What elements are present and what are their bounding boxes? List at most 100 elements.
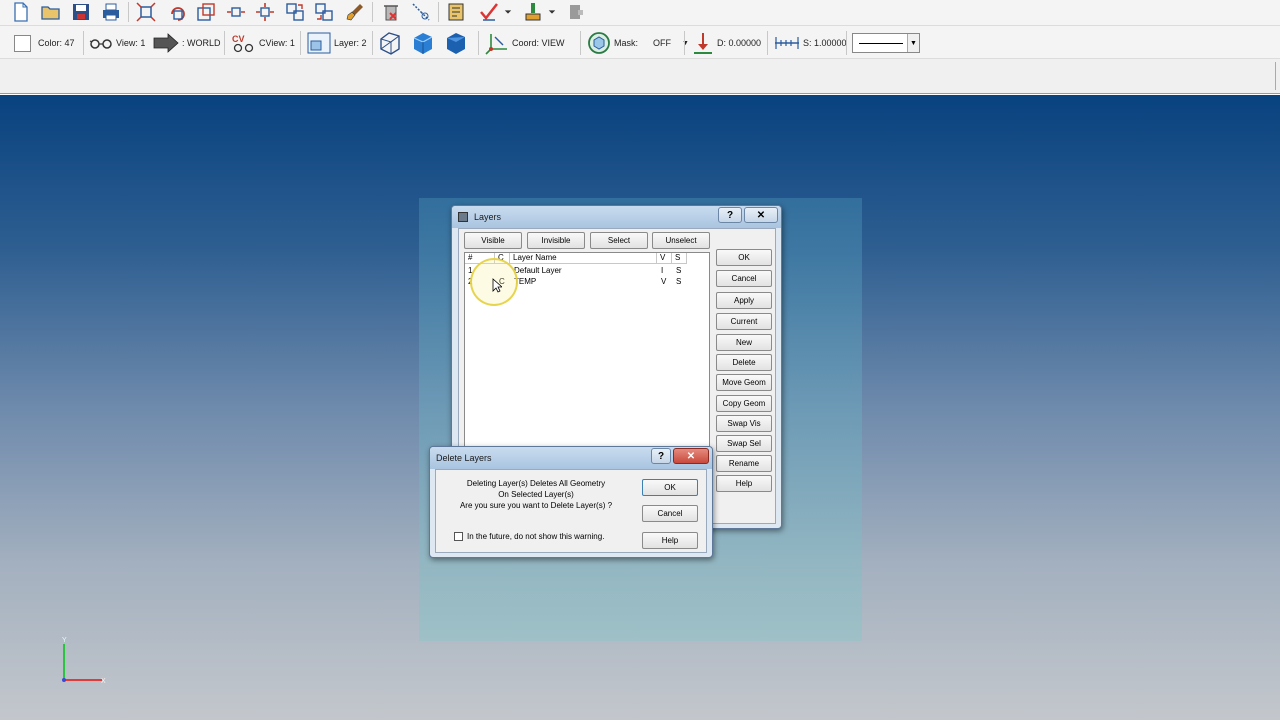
shaded-shading-button[interactable]	[411, 31, 435, 55]
mask-icon	[588, 32, 610, 54]
select-button[interactable]: Select	[590, 232, 648, 249]
save-icon[interactable]	[70, 1, 92, 23]
column-header-selectable[interactable]: S	[672, 253, 687, 264]
row-1-selectable[interactable]: S	[676, 266, 681, 276]
depth-label: D: 0.00000	[717, 38, 762, 48]
solid-shading-button[interactable]	[444, 31, 468, 55]
toolbar-separator	[438, 2, 439, 22]
fit-view-icon[interactable]	[135, 1, 157, 23]
delete-button[interactable]: Delete	[716, 354, 772, 371]
current-button[interactable]: Current	[716, 313, 772, 330]
line-style-select[interactable]: ▼	[852, 33, 920, 53]
new-button[interactable]: New	[716, 334, 772, 351]
check-mark-icon[interactable]	[478, 1, 500, 23]
toolbar-separator	[1275, 62, 1276, 90]
wireframe-shading-button[interactable]	[378, 31, 402, 55]
coordinate-axes-icon	[485, 34, 507, 55]
solid-cube-icon	[447, 33, 465, 54]
layer-icon	[307, 32, 331, 54]
shaded-cube-icon	[413, 33, 433, 54]
app-icon	[458, 212, 468, 222]
new-file-icon[interactable]	[10, 1, 32, 23]
paint-brush-icon[interactable]	[344, 1, 366, 23]
view-control[interactable]: View: 1	[89, 31, 145, 55]
scale-control[interactable]: S: 1.00000	[774, 31, 847, 55]
toolbar-separator	[478, 31, 479, 55]
help-button[interactable]: ?	[651, 448, 671, 464]
row-2-visible[interactable]: V	[661, 277, 666, 287]
help-button[interactable]: Help	[716, 475, 772, 492]
toolbar-separator	[224, 31, 225, 55]
apply-button[interactable]: Apply	[716, 292, 772, 309]
delete-dialog-titlebar[interactable]: Delete Layers ? ✕	[430, 447, 712, 469]
zoom-window-icon[interactable]	[195, 1, 217, 23]
rotate-view-icon[interactable]	[167, 1, 189, 23]
glasses-icon	[89, 39, 112, 49]
cview-label: CView: 1	[259, 38, 295, 48]
axis-triad: Y X	[62, 637, 106, 685]
layer-control[interactable]: Layer: 2	[307, 31, 367, 55]
row-1-name[interactable]: Default Layer	[514, 266, 562, 276]
zoom-in-icon[interactable]	[284, 1, 306, 23]
row-2-selectable[interactable]: S	[676, 277, 681, 287]
dont-show-again-checkbox[interactable]	[454, 532, 463, 541]
help-button[interactable]: Help	[642, 532, 698, 549]
copy-geom-button[interactable]: Copy Geom	[716, 395, 772, 412]
visible-button[interactable]: Visible	[464, 232, 522, 249]
pan-view-icon[interactable]	[225, 1, 247, 23]
view-label: View: 1	[116, 38, 146, 48]
unselect-button[interactable]: Unselect	[652, 232, 710, 249]
column-header-visible[interactable]: V	[657, 253, 672, 264]
coord-control[interactable]: Coord: VIEW	[485, 31, 565, 55]
ok-button[interactable]: OK	[716, 249, 772, 266]
close-button[interactable]: ✕	[673, 448, 709, 464]
y-axis-label: Y	[62, 637, 67, 644]
print-icon[interactable]	[100, 1, 122, 23]
toolbar-separator	[846, 31, 847, 55]
world-control[interactable]: : WORLD	[153, 31, 221, 55]
close-button[interactable]: ✕	[744, 207, 778, 223]
arrow-right-icon	[153, 33, 179, 53]
svg-text:CV: CV	[232, 34, 245, 44]
open-folder-icon[interactable]	[40, 1, 62, 23]
swap-sel-button[interactable]: Swap Sel	[716, 435, 772, 452]
column-header-layer-name[interactable]: Layer Name	[510, 253, 657, 264]
chevron-down-icon[interactable]	[502, 1, 514, 23]
layers-dialog-titlebar[interactable]: Layers ? ✕	[452, 206, 781, 228]
line-style-preview	[859, 43, 903, 44]
analyze-icon[interactable]	[445, 1, 467, 23]
warning-line-1: Deleting Layer(s) Deletes All Geometry	[466, 479, 606, 488]
color-control[interactable]: Color: 47	[14, 31, 75, 55]
machine-tool-icon[interactable]	[522, 1, 544, 23]
delete-dialog-title: Delete Layers	[436, 453, 492, 463]
delete-warning-message: Deleting Layer(s) Deletes All Geometry O…	[436, 478, 636, 511]
chevron-down-icon[interactable]: ▼	[907, 34, 919, 52]
layers-dialog-title: Layers	[474, 212, 502, 222]
cancel-button[interactable]: Cancel	[642, 505, 698, 522]
toolbar-separator	[684, 31, 685, 55]
mask-control[interactable]: Mask: OFF ▼	[587, 31, 689, 55]
mask-value[interactable]: OFF	[653, 38, 671, 48]
delete-trash-icon[interactable]	[380, 1, 402, 23]
world-label: : WORLD	[182, 38, 221, 48]
ok-button[interactable]: OK	[642, 479, 698, 496]
cview-glasses-icon: CV	[232, 34, 254, 53]
rename-button[interactable]: Rename	[716, 455, 772, 472]
cview-control[interactable]: CV CView: 1	[230, 31, 295, 55]
scale-label: S: 1.00000	[803, 38, 847, 48]
color-swatch	[14, 34, 31, 52]
dont-show-again-label[interactable]: In the future, do not show this warning.	[467, 532, 604, 541]
trim-icon[interactable]	[410, 1, 432, 23]
zoom-out-icon[interactable]	[313, 1, 335, 23]
color-label: Color: 47	[38, 38, 75, 48]
row-1-visible[interactable]: I	[661, 266, 663, 276]
depth-control[interactable]: D: 0.00000	[692, 31, 761, 55]
toolbar-separator	[372, 2, 373, 22]
move-geom-button[interactable]: Move Geom	[716, 374, 772, 391]
invisible-button[interactable]: Invisible	[527, 232, 585, 249]
center-view-icon[interactable]	[254, 1, 276, 23]
help-button[interactable]: ?	[718, 207, 742, 223]
chevron-down-icon[interactable]	[546, 1, 558, 23]
cancel-button[interactable]: Cancel	[716, 270, 772, 287]
swap-vis-button[interactable]: Swap Vis	[716, 415, 772, 432]
